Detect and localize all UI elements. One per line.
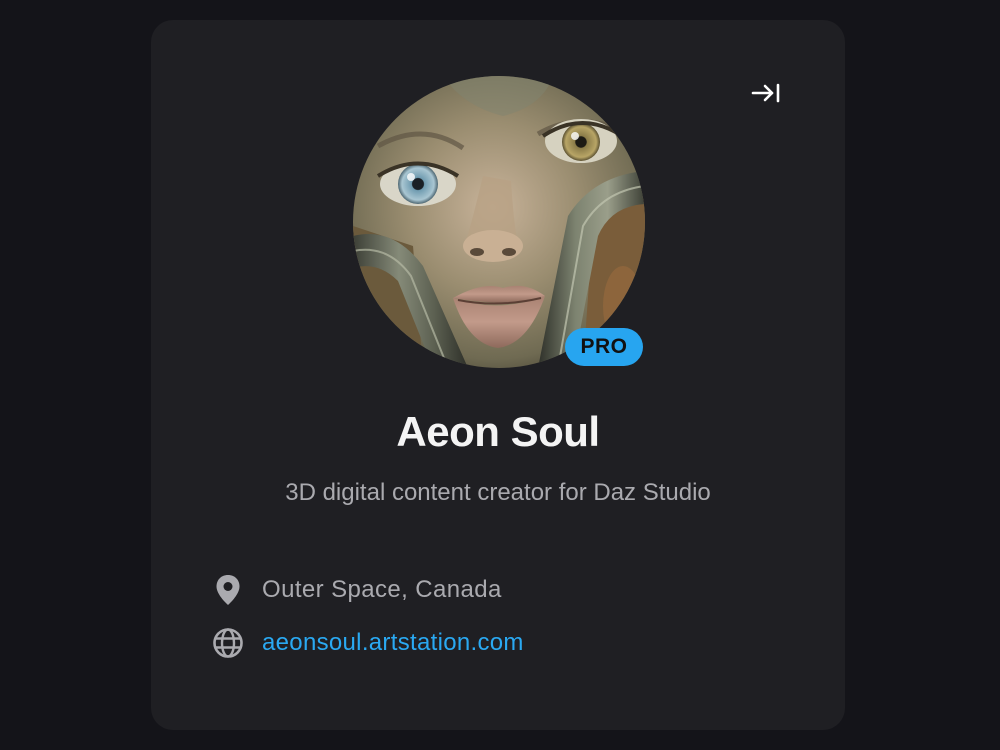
pro-badge: PRO xyxy=(565,328,643,366)
website-row: aeonsoul.artstation.com xyxy=(211,623,524,663)
collapse-sidebar-button[interactable] xyxy=(748,78,784,108)
website-link[interactable]: aeonsoul.artstation.com xyxy=(262,629,524,657)
location-row: Outer Space, Canada xyxy=(211,570,502,610)
profile-card: PRO Aeon Soul 3D digital content creator… xyxy=(151,20,845,730)
avatar-container: PRO xyxy=(353,76,645,368)
profile-name: Aeon Soul xyxy=(396,408,600,455)
profile-tagline: 3D digital content creator for Daz Studi… xyxy=(285,479,711,506)
location-text: Outer Space, Canada xyxy=(262,576,502,603)
map-pin-icon xyxy=(211,573,245,607)
collapse-right-icon xyxy=(751,83,780,103)
avatar[interactable] xyxy=(353,76,645,368)
globe-icon xyxy=(211,626,245,660)
